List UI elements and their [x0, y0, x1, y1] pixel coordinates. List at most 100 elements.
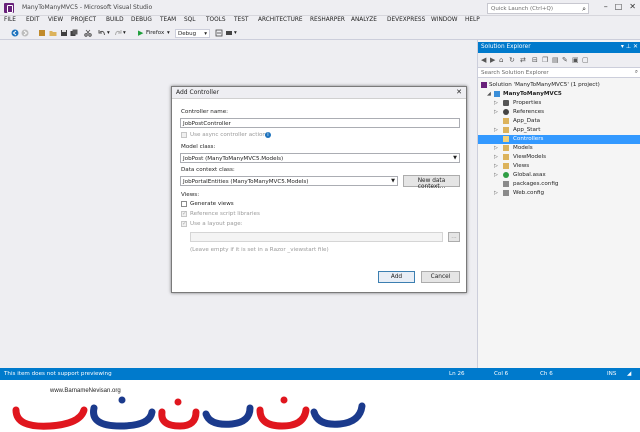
copy-icon[interactable]: ❐: [542, 56, 548, 64]
preview-icon[interactable]: ▢: [582, 56, 589, 64]
tree-item-viewmodels[interactable]: ▷ ViewModels: [478, 153, 640, 162]
close-icon[interactable]: ✕: [633, 43, 638, 50]
undo-dropdown-icon[interactable]: ▾: [107, 30, 110, 36]
resize-grip-icon[interactable]: ◢: [627, 371, 631, 377]
status-message: This item does not support previewing: [4, 370, 112, 377]
configuration-select[interactable]: Debug ▾: [175, 29, 210, 38]
tree-item-references[interactable]: ▷ References: [478, 108, 640, 117]
watermark-area: www.BarnameNevisan.org: [0, 380, 640, 432]
undo-icon[interactable]: [98, 29, 106, 37]
menu-sql[interactable]: SQL: [184, 17, 195, 23]
redo-dropdown-icon[interactable]: ▾: [123, 30, 126, 36]
save-all-icon[interactable]: [70, 29, 78, 37]
collapse-all-icon[interactable]: ⊟: [532, 56, 538, 64]
minimize-icon[interactable]: –: [604, 2, 608, 11]
home-icon[interactable]: ⌂: [499, 56, 503, 64]
tree-item-project[interactable]: ◢ ManyToManyMVC5: [478, 90, 640, 99]
redo-icon[interactable]: [114, 29, 122, 37]
menu-architecture[interactable]: ARCHITECTURE: [258, 17, 303, 23]
solution-explorer-panel: Solution Explorer ▾ ⊥ ✕ ◀ ▶ ⌂ ↻ ⇄ ⊟ ❐ ▤ …: [477, 40, 640, 368]
generate-views-checkbox[interactable]: [181, 201, 187, 207]
collapsed-icon[interactable]: ▷: [494, 163, 498, 169]
window-layout-icon[interactable]: [225, 29, 233, 37]
view-code-icon[interactable]: ▣: [572, 56, 579, 64]
pin-icon[interactable]: ⊥: [626, 43, 631, 50]
menu-analyze[interactable]: ANALYZE: [351, 17, 377, 23]
menu-edit[interactable]: EDIT: [26, 17, 39, 23]
folder-icon: [503, 145, 509, 151]
quick-launch-input[interactable]: Quick Launch (Ctrl+Q) ⌕: [487, 3, 589, 14]
menu-help[interactable]: HELP: [465, 17, 480, 23]
layout-page-input[interactable]: [190, 232, 443, 242]
model-class-select[interactable]: JobPost (ManyToManyMVC5.Models) ▼: [180, 153, 460, 163]
tree-item-global-asax[interactable]: ▷ Global.asax: [478, 171, 640, 180]
add-button[interactable]: Add: [378, 271, 415, 283]
tree-item-controllers[interactable]: Controllers: [478, 135, 640, 144]
forward-icon[interactable]: ▶: [490, 56, 495, 64]
info-icon[interactable]: i: [265, 132, 271, 138]
controller-name-input[interactable]: JobPostController: [180, 118, 460, 128]
layout-page-checkbox[interactable]: [181, 220, 187, 227]
solution-explorer-search-input[interactable]: Search Solution Explorer ⌕: [478, 67, 640, 78]
collapsed-icon[interactable]: ▷: [494, 190, 498, 196]
menu-view[interactable]: VIEW: [48, 17, 63, 23]
collapsed-icon[interactable]: ▷: [494, 172, 498, 178]
menu-team[interactable]: TEAM: [160, 17, 176, 23]
menu-build[interactable]: BUILD: [106, 17, 124, 23]
status-bar: This item does not support previewing Ln…: [0, 368, 640, 380]
menu-debug[interactable]: DEBUG: [131, 17, 152, 23]
tree-item-packages-config[interactable]: packages.config: [478, 180, 640, 189]
add-controller-dialog: Add Controller ✕ Controller name: JobPos…: [171, 86, 467, 293]
show-all-files-icon[interactable]: ▤: [552, 56, 559, 64]
properties-icon[interactable]: ✎: [562, 56, 568, 64]
reference-scripts-checkbox[interactable]: [181, 210, 187, 217]
tree-item-web-config[interactable]: ▷ Web.config: [478, 189, 640, 198]
collapsed-icon[interactable]: ▷: [494, 145, 498, 151]
back-icon[interactable]: [11, 29, 19, 37]
collapsed-icon[interactable]: ▷: [494, 127, 498, 133]
async-actions-label: Use async controller actions: [190, 132, 269, 138]
start-debug-icon[interactable]: ▶: [138, 29, 143, 37]
toolbar-overflow-icon[interactable]: ▾: [234, 30, 237, 36]
browser-dropdown-icon[interactable]: ▾: [167, 30, 170, 36]
collapsed-icon[interactable]: ▷: [494, 154, 498, 160]
standard-toolbar: ▾ ▾ ▶ Firefox ▾ Debug ▾ ▾: [0, 27, 640, 40]
new-project-icon[interactable]: [38, 29, 46, 37]
find-icon[interactable]: [215, 29, 223, 37]
back-icon[interactable]: ◀: [481, 56, 486, 64]
maximize-icon[interactable]: □: [615, 2, 623, 11]
new-data-context-button[interactable]: New data context...: [403, 175, 460, 190]
references-icon: [503, 109, 509, 115]
data-context-label: Data context class:: [181, 167, 235, 173]
menu-devexpress[interactable]: DEVEXPRESS: [387, 17, 425, 23]
browse-layout-button[interactable]: ...: [448, 232, 460, 242]
refresh-icon[interactable]: ↻: [509, 56, 515, 64]
tree-item-views[interactable]: ▷ Views: [478, 162, 640, 171]
menu-file[interactable]: FILE: [4, 17, 16, 23]
close-icon[interactable]: ✕: [456, 88, 462, 96]
sync-icon[interactable]: ⇄: [520, 56, 526, 64]
tree-item-app-data[interactable]: App_Data: [478, 117, 640, 126]
menu-test[interactable]: TEST: [234, 17, 248, 23]
collapsed-icon[interactable]: ▷: [494, 100, 498, 106]
menu-window[interactable]: WINDOW: [431, 17, 458, 23]
data-context-select[interactable]: JobPortalEntities (ManyToManyMVC5.Models…: [180, 176, 398, 186]
tree-item-solution[interactable]: Solution 'ManyToManyMVC5' (1 project): [478, 81, 640, 90]
cut-icon[interactable]: [84, 29, 92, 37]
menu-resharper[interactable]: RESHARPER: [310, 17, 345, 23]
expanded-icon[interactable]: ◢: [487, 91, 491, 97]
tree-item-app-start[interactable]: ▷ App_Start: [478, 126, 640, 135]
menu-tools[interactable]: TOOLS: [206, 17, 226, 23]
save-icon[interactable]: [60, 29, 68, 37]
async-actions-checkbox[interactable]: [181, 132, 187, 138]
collapsed-icon[interactable]: ▷: [494, 109, 498, 115]
forward-icon[interactable]: [21, 29, 29, 37]
pane-dropdown-icon[interactable]: ▾: [621, 43, 624, 50]
tree-item-models[interactable]: ▷ Models: [478, 144, 640, 153]
menu-project[interactable]: PROJECT: [71, 17, 96, 23]
close-icon[interactable]: ✕: [629, 2, 636, 11]
tree-item-properties[interactable]: ▷ Properties: [478, 99, 640, 108]
open-folder-icon[interactable]: [49, 29, 57, 37]
cancel-button[interactable]: Cancel: [421, 271, 460, 283]
browser-selector[interactable]: Firefox: [146, 30, 164, 36]
